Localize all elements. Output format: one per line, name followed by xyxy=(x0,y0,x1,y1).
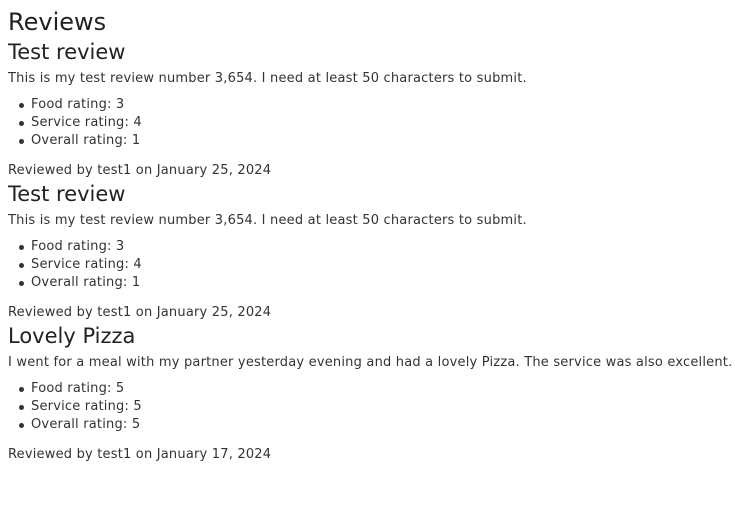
food-rating: Food rating: 5 xyxy=(19,380,735,398)
overall-rating: Overall rating: 1 xyxy=(19,274,735,292)
service-rating: Service rating: 5 xyxy=(19,398,735,416)
review-meta: Reviewed by test1 on January 25, 2024 xyxy=(8,163,272,178)
overall-rating: Overall rating: 1 xyxy=(19,132,735,150)
overall-rating: Overall rating: 5 xyxy=(19,416,735,434)
ratings-list: Food rating: 3 Service rating: 4 Overall… xyxy=(8,96,735,150)
page-title: Reviews xyxy=(8,8,107,36)
review-item: Lovely Pizza I went for a meal with my p… xyxy=(8,322,735,464)
review-item: Test review This is my test review numbe… xyxy=(8,38,735,180)
service-rating: Service rating: 4 xyxy=(19,114,735,132)
review-title: Test review xyxy=(8,182,126,206)
ratings-list: Food rating: 5 Service rating: 5 Overall… xyxy=(8,380,735,434)
review-body: I went for a meal with my partner yester… xyxy=(8,355,733,370)
review-meta: Reviewed by test1 on January 25, 2024 xyxy=(8,305,272,320)
review-meta: Reviewed by test1 on January 17, 2024 xyxy=(8,447,272,462)
review-title: Test review xyxy=(8,40,126,64)
food-rating: Food rating: 3 xyxy=(19,96,735,114)
review-body: This is my test review number 3,654. I n… xyxy=(8,71,527,86)
review-body: This is my test review number 3,654. I n… xyxy=(8,213,527,228)
review-title: Lovely Pizza xyxy=(8,324,136,348)
food-rating: Food rating: 3 xyxy=(19,238,735,256)
review-item: Test review This is my test review numbe… xyxy=(8,180,735,322)
service-rating: Service rating: 4 xyxy=(19,256,735,274)
reviews-page: Reviews Test review This is my test revi… xyxy=(0,0,735,464)
ratings-list: Food rating: 3 Service rating: 4 Overall… xyxy=(8,238,735,292)
